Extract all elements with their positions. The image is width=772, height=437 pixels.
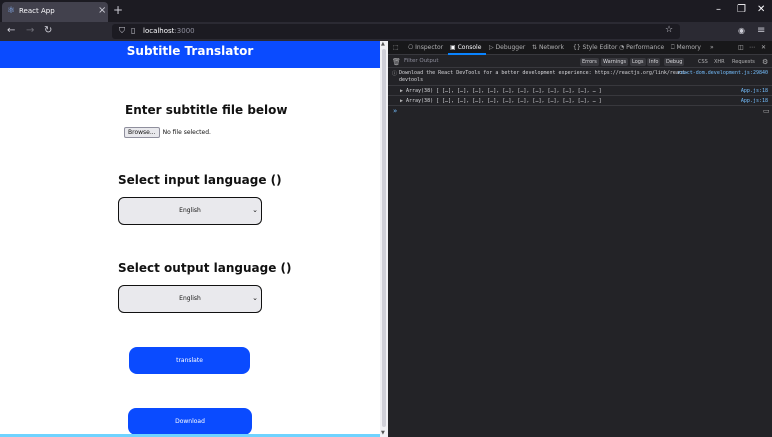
filter-input[interactable]: Filter Output	[404, 58, 438, 64]
console-message[interactable]: ⓘ Download the React DevTools for a bett…	[388, 69, 772, 86]
filter-css[interactable]: CSS	[698, 58, 708, 66]
bookmark-star-icon[interactable]: ☆	[665, 25, 673, 35]
tab-strip: ⚛ React App × + – ❐ ✕	[0, 0, 772, 22]
console-message-text: Download the React DevTools for a better…	[399, 70, 688, 76]
input-language-value: English	[179, 207, 201, 214]
app-title: Subtitle Translator	[0, 41, 380, 68]
browse-button[interactable]: Browse...	[124, 126, 160, 138]
tab-network[interactable]: ⇅ Network	[532, 44, 564, 51]
react-favicon-icon: ⚛	[7, 6, 16, 16]
navigation-toolbar: ← → ↻ ⛉ ▯ localhost:3000 ☆ ◉ ≡	[0, 22, 772, 41]
output-language-heading: Select output language ()	[118, 261, 292, 275]
dock-icon[interactable]: ◫	[738, 44, 744, 51]
console-message-text-continued: devtools	[399, 77, 424, 83]
filter-debug[interactable]: Debug	[664, 58, 685, 66]
more-tabs-icon[interactable]: »	[710, 44, 714, 51]
tab-inspector[interactable]: ⎔ Inspector	[408, 44, 443, 51]
forward-arrow-icon[interactable]: →	[26, 25, 34, 36]
page-viewport: Subtitle Translator Enter subtitle file …	[0, 41, 380, 437]
tab-console[interactable]: ▣ Console	[450, 44, 481, 51]
file-heading: Enter subtitle file below	[125, 103, 288, 117]
console-prompt[interactable]: »	[393, 107, 397, 115]
chevron-down-icon: ⌄	[252, 294, 258, 302]
translate-button[interactable]: translate	[129, 347, 250, 374]
console-message-text[interactable]: Array(38) [ […], […], […], […], […], […]…	[406, 98, 602, 104]
browser-tab[interactable]: ⚛ React App ×	[2, 2, 108, 22]
url-host: localhost	[143, 27, 175, 35]
scroll-down-arrow-icon[interactable]: ▼	[381, 430, 385, 436]
filter-requests[interactable]: Requests	[732, 58, 755, 66]
page-info-icon[interactable]: ▯	[131, 26, 135, 35]
minimize-button[interactable]: –	[716, 4, 721, 15]
overflow-menu-icon[interactable]: ⋯	[749, 44, 755, 51]
tab-title: React App	[19, 7, 55, 15]
download-button[interactable]: Download	[128, 408, 252, 435]
file-input[interactable]: Browse... No file selected.	[124, 126, 211, 138]
scrollbar-thumb[interactable]	[382, 49, 386, 427]
page-scrollbar[interactable]: ▲ ▼	[380, 41, 388, 437]
tab-performance[interactable]: ◔ Performance	[619, 44, 664, 51]
filter-errors[interactable]: Errors	[580, 58, 599, 66]
output-language-select[interactable]: English ⌄	[118, 285, 262, 313]
filter-warnings[interactable]: Warnings	[601, 58, 629, 66]
address-bar[interactable]: ⛉ ▯ localhost:3000 ☆	[112, 24, 680, 39]
trash-icon[interactable]: 🗑	[392, 58, 401, 66]
tab-memory[interactable]: ⎕ Memory	[671, 44, 701, 52]
console-message-source[interactable]: react-dom.development.js:29840	[678, 70, 768, 76]
reload-icon[interactable]: ↻	[44, 25, 52, 36]
filter-info[interactable]: Info	[647, 58, 661, 66]
input-language-heading: Select input language ()	[118, 173, 282, 187]
console-message-source[interactable]: App.js:18	[741, 98, 768, 104]
console-message-text[interactable]: Array(38) [ […], […], […], […], […], […]…	[406, 88, 602, 94]
back-arrow-icon[interactable]: ←	[7, 25, 15, 36]
devtools-toolbar: ⬚ ⎔ Inspector ▣ Console ▷ Debugger ⇅ Net…	[388, 41, 772, 55]
input-language-select[interactable]: English ⌄	[118, 197, 262, 225]
console-message[interactable]: ▶ Array(38) [ […], […], […], […], […], […	[388, 87, 772, 96]
tab-debugger[interactable]: ▷ Debugger	[489, 44, 525, 51]
new-tab-button[interactable]: +	[113, 3, 123, 17]
filter-xhr[interactable]: XHR	[714, 58, 725, 66]
settings-gear-icon[interactable]: ⚙	[762, 58, 768, 66]
maximize-button[interactable]: ❐	[737, 4, 746, 15]
split-console-icon[interactable]: ▭	[763, 107, 770, 115]
hamburger-menu-icon[interactable]: ≡	[757, 25, 765, 36]
close-window-button[interactable]: ✕	[757, 4, 765, 15]
chevron-down-icon: ⌄	[252, 206, 258, 214]
filter-logs[interactable]: Logs	[630, 58, 646, 66]
active-tab-indicator	[448, 53, 486, 55]
url-port: :3000	[174, 27, 195, 35]
scroll-up-arrow-icon[interactable]: ▲	[381, 41, 385, 47]
close-devtools-icon[interactable]: ✕	[761, 44, 766, 51]
output-language-value: English	[179, 295, 201, 302]
console-message-source[interactable]: App.js:18	[741, 88, 768, 94]
console-filter-bar: 🗑 Filter Output Errors Warnings Logs Inf…	[388, 56, 772, 68]
element-picker-icon[interactable]: ⬚	[393, 44, 399, 51]
tab-close-icon[interactable]: ×	[98, 5, 106, 16]
pocket-icon[interactable]: ◉	[738, 26, 745, 35]
url-text[interactable]: localhost:3000	[143, 27, 195, 35]
file-status: No file selected.	[162, 128, 211, 136]
expand-triangle-icon[interactable]: ▶	[400, 98, 403, 104]
expand-triangle-icon[interactable]: ▶	[400, 88, 403, 94]
shield-icon[interactable]: ⛉	[119, 26, 125, 36]
devtools-panel: ⬚ ⎔ Inspector ▣ Console ▷ Debugger ⇅ Net…	[388, 41, 772, 437]
info-icon: ⓘ	[392, 71, 398, 77]
tab-style-editor[interactable]: {} Style Editor	[573, 44, 617, 51]
console-message[interactable]: ▶ Array(38) [ […], […], […], […], […], […	[388, 97, 772, 106]
